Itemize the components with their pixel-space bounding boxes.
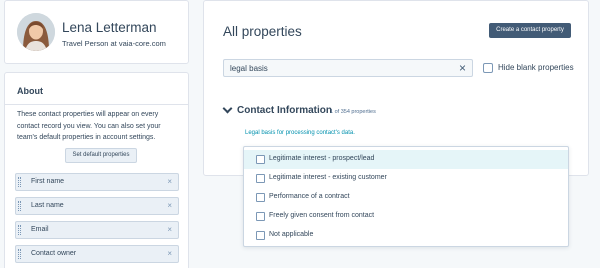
option-label: Performance of a contract [269, 193, 350, 200]
search-input[interactable]: legal basis × [223, 59, 473, 77]
option-label: Freely given consent from contact [269, 212, 375, 219]
about-title: About [17, 86, 43, 96]
create-contact-property-button[interactable]: Create a contact property [489, 23, 571, 38]
dropdown-option[interactable]: Freely given consent from contact [244, 207, 568, 226]
property-item-label: Email [31, 226, 49, 233]
drag-handle-icon[interactable] [18, 177, 21, 187]
section-title-contact-information[interactable]: Contact Information [237, 105, 332, 116]
dropdown-option[interactable]: Performance of a contract [244, 188, 568, 207]
option-checkbox[interactable] [256, 231, 265, 240]
option-label: Legitimate interest - existing customer [269, 174, 387, 181]
close-icon[interactable]: × [167, 225, 172, 234]
close-icon[interactable]: × [167, 177, 172, 186]
option-checkbox[interactable] [256, 155, 265, 164]
about-card: About These contact properties will appe… [4, 72, 189, 268]
search-input-value[interactable]: legal basis [230, 64, 268, 73]
drag-handle-icon[interactable] [18, 249, 21, 259]
option-checkbox[interactable] [256, 174, 265, 183]
page-title: All properties [223, 24, 302, 39]
close-icon[interactable]: × [167, 201, 172, 210]
option-checkbox[interactable] [256, 212, 265, 221]
legal-basis-dropdown-menu: Legitimate interest - prospect/lead Legi… [243, 146, 569, 247]
profile-card: Lena Letterman Travel Person at vaia-cor… [4, 0, 189, 64]
option-checkbox[interactable] [256, 193, 265, 202]
property-item-contact-owner[interactable]: Contact owner × [15, 245, 179, 263]
contact-name: Lena Letterman [62, 20, 157, 35]
set-default-properties-button[interactable]: Set default properties [65, 148, 137, 163]
legal-basis-field-label: Legal basis for processing contact's dat… [245, 130, 355, 136]
option-label: Not applicable [269, 231, 314, 238]
hide-blank-properties-checkbox[interactable] [483, 63, 493, 73]
close-icon[interactable]: × [167, 249, 172, 258]
property-item-last-name[interactable]: Last name × [15, 197, 179, 215]
property-item-label: Last name [31, 202, 64, 209]
about-description: These contact properties will appear on … [17, 111, 161, 141]
dropdown-option[interactable]: Not applicable [244, 226, 568, 245]
option-label: Legitimate interest - prospect/lead [269, 155, 375, 162]
drag-handle-icon[interactable] [18, 201, 21, 211]
dropdown-option[interactable]: Legitimate interest - prospect/lead [244, 150, 568, 169]
drag-handle-icon[interactable] [18, 225, 21, 235]
property-item-first-name[interactable]: First name × [15, 173, 179, 191]
dropdown-option[interactable]: Legitimate interest - existing customer [244, 169, 568, 188]
hide-blank-properties-label[interactable]: Hide blank properties [498, 63, 574, 72]
property-item-label: Contact owner [31, 250, 77, 257]
property-item-label: First name [31, 178, 65, 185]
contact-subtitle: Travel Person at vaia-core.com [62, 39, 166, 48]
close-icon[interactable]: × [459, 61, 466, 75]
property-item-email[interactable]: Email × [15, 221, 179, 239]
about-divider [5, 104, 188, 105]
chevron-down-icon[interactable] [222, 103, 233, 114]
avatar[interactable] [17, 13, 55, 51]
section-property-count: 1 of 354 properties [330, 109, 376, 115]
